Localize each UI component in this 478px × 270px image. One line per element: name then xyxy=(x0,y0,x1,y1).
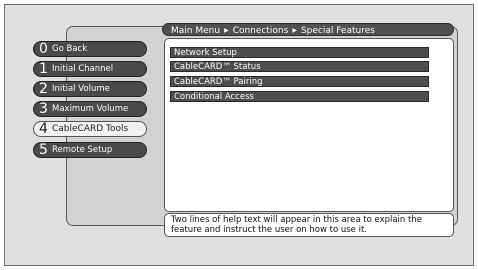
button-label: Go Back xyxy=(52,44,88,54)
button-label: CableCARD Tools xyxy=(52,124,129,134)
button-number: 3 xyxy=(39,101,48,117)
button-label: Remote Setup xyxy=(52,145,113,155)
maximum-volume-button[interactable]: 3 Maximum Volume xyxy=(33,101,147,117)
button-number: 2 xyxy=(39,81,48,97)
button-number: 4 xyxy=(39,121,48,137)
breadcrumb-main-menu[interactable]: Main Menu xyxy=(171,26,220,36)
conditional-access-item[interactable]: Conditional Access xyxy=(170,91,429,102)
cablecard-tools-button[interactable]: 4 CableCARD Tools xyxy=(33,121,147,137)
remote-setup-button[interactable]: 5 Remote Setup xyxy=(33,142,147,158)
button-label: Initial Volume xyxy=(52,84,110,94)
cablecard-pairing-item[interactable]: CableCARD™ Pairing xyxy=(170,76,429,87)
button-number: 0 xyxy=(39,41,48,57)
breadcrumb-special-features: Special Features xyxy=(300,26,375,36)
button-number: 5 xyxy=(39,142,48,158)
breadcrumb: Main Menu ▶ Connections ▶ Special Features xyxy=(162,23,454,36)
go-back-button[interactable]: 0 Go Back xyxy=(33,41,147,57)
help-text-box: Two lines of help text will appear in th… xyxy=(164,213,454,237)
button-label: Initial Channel xyxy=(52,64,114,74)
button-label: Maximum Volume xyxy=(52,104,129,114)
network-setup-item[interactable]: Network Setup xyxy=(170,47,429,58)
button-number: 1 xyxy=(39,61,48,77)
breadcrumb-connections[interactable]: Connections xyxy=(233,26,289,36)
initial-volume-button[interactable]: 2 Initial Volume xyxy=(33,81,147,97)
initial-channel-button[interactable]: 1 Initial Channel xyxy=(33,61,147,77)
breadcrumb-arrow-icon: ▶ xyxy=(292,27,297,34)
cablecard-status-item[interactable]: CableCARD™ Status xyxy=(170,61,429,72)
breadcrumb-arrow-icon: ▶ xyxy=(224,27,229,34)
